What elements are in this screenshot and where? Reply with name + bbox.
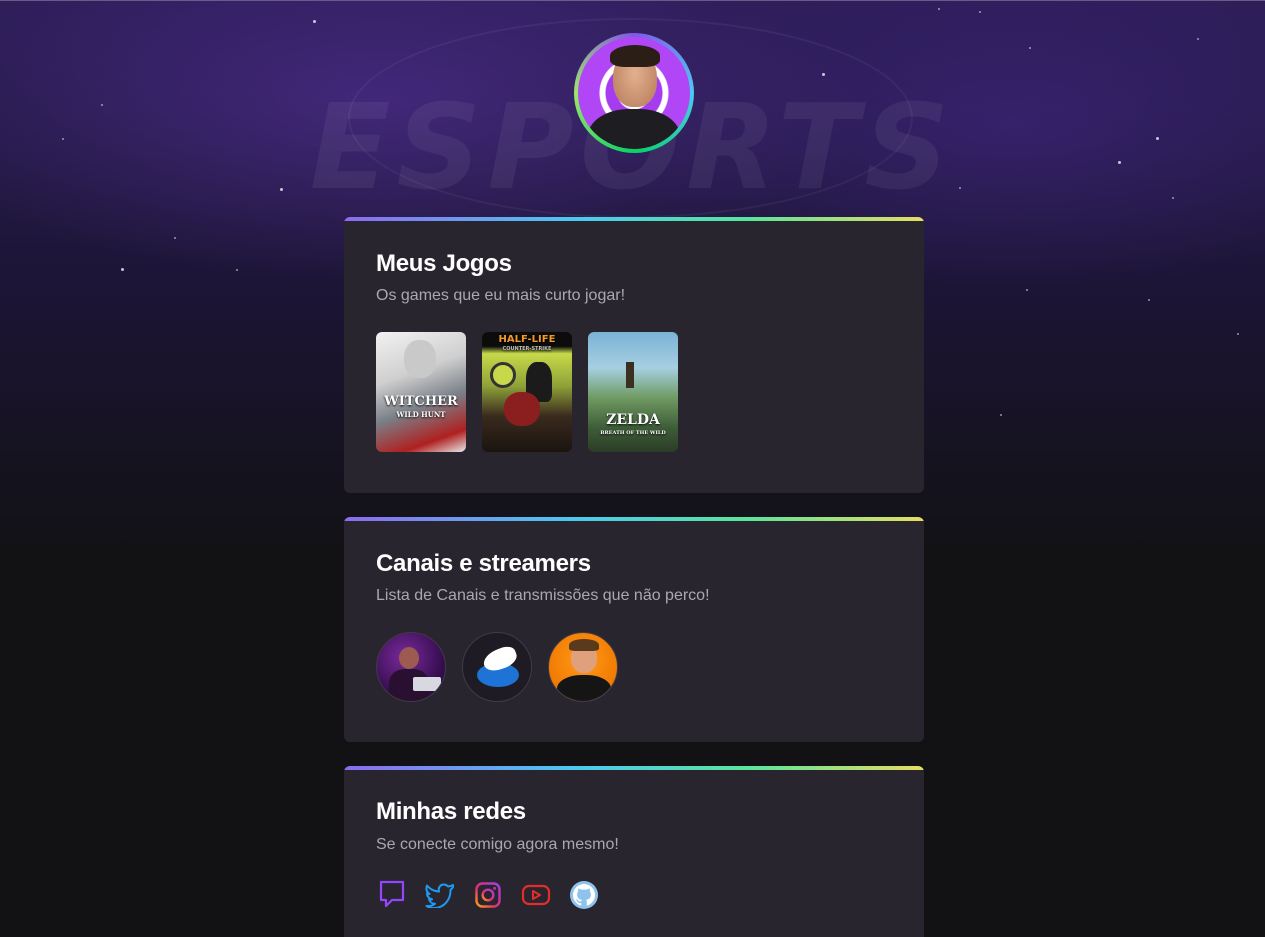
star [822,73,825,76]
star [101,104,103,106]
socials-subtitle: Se conecte comigo agora mesmo! [376,836,619,853]
game-cover-subtitle: WILD HUNT [396,410,446,419]
channel-avatar-2[interactable] [462,632,532,702]
star [1172,197,1174,199]
profile-avatar [574,33,694,153]
star [121,268,124,271]
channel-avatar-1[interactable] [376,632,446,702]
star [979,11,981,13]
games-card: Meus Jogos Os games que eu mais curto jo… [344,217,924,493]
socials-card: Minhas redes Se conecte comigo agora mes… [344,766,924,937]
star [1118,161,1121,164]
twitter-icon [425,883,454,908]
youtube-link[interactable] [520,879,552,911]
github-link[interactable] [568,879,600,911]
star [280,188,283,191]
channels-subtitle: Lista de Canais e transmissões que não p… [376,587,710,604]
star [1029,47,1031,49]
star [313,20,316,23]
star [1237,333,1239,335]
avatar-photo [578,37,690,149]
star [1156,137,1159,140]
star [1197,38,1199,40]
channels-card: Canais e streamers Lista de Canais e tra… [344,517,924,742]
games-subtitle: Os games que eu mais curto jogar! [376,287,626,304]
instagram-link[interactable] [472,879,504,911]
game-cover-subtitle: COUNTER-STRIKE [502,346,552,352]
star [1148,299,1150,301]
star [1000,414,1002,416]
channels-title: Canais e streamers [376,550,591,577]
game-cover-title: HALF-LIFE [498,334,556,345]
twitch-link[interactable] [376,879,408,911]
channel-avatar-3[interactable] [548,632,618,702]
star [938,8,940,10]
star [959,187,961,189]
twitter-link[interactable] [424,879,456,911]
game-cover-subtitle: BREATH OF THE WILD [600,430,666,436]
game-cover-halflife[interactable]: HALF-LIFE COUNTER-STRIKE [482,332,572,452]
socials-title: Minhas redes [376,798,526,825]
star [174,237,176,239]
instagram-icon [475,882,501,908]
star [62,138,64,140]
game-cover-zelda[interactable]: ZELDA BREATH OF THE WILD [588,332,678,452]
game-cover-title: ZELDA [606,412,660,428]
top-border [0,0,1265,1]
game-cover-witcher[interactable]: WITCHER WILD HUNT [376,332,466,452]
star [236,269,238,271]
star [1026,289,1028,291]
twitch-icon [379,880,405,908]
game-cover-title: WITCHER [384,394,458,409]
games-title: Meus Jogos [376,250,512,277]
youtube-icon [521,884,551,906]
github-icon [570,881,598,909]
